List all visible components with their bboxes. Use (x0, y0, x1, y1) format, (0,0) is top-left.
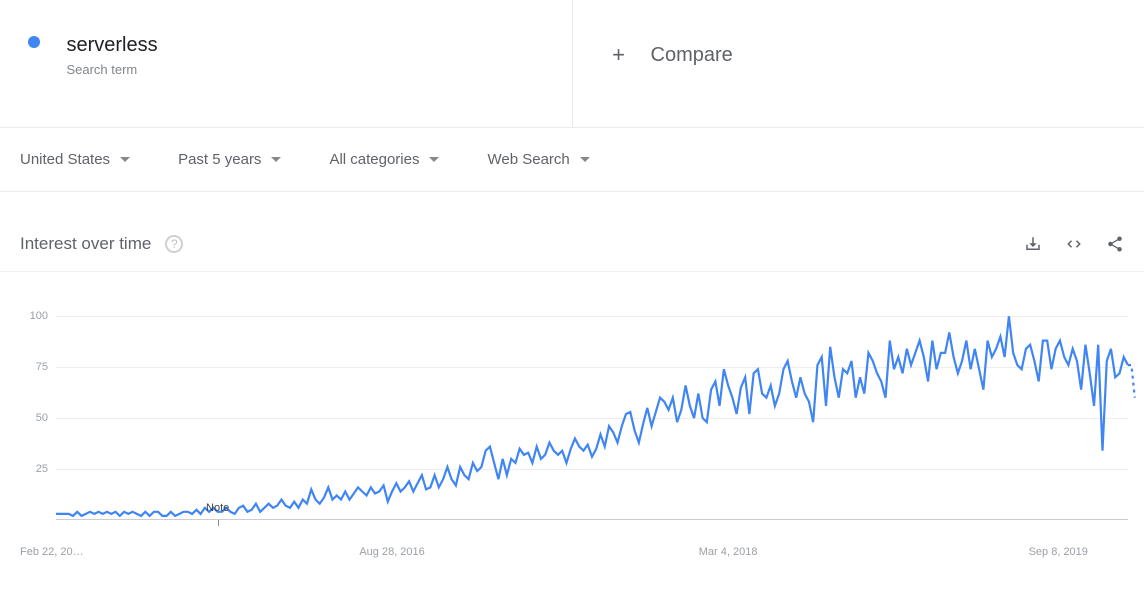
chevron-down-icon (429, 157, 439, 162)
embed-icon[interactable] (1064, 235, 1084, 253)
x-tick-label: Aug 28, 2016 (359, 546, 424, 558)
filter-region[interactable]: United States (20, 151, 130, 168)
filter-region-label: United States (20, 151, 110, 168)
compare-panel: + Compare (573, 0, 1144, 127)
plus-icon: + (609, 42, 629, 68)
y-axis: 25 50 75 100 (18, 306, 48, 520)
filter-time[interactable]: Past 5 years (178, 151, 281, 168)
search-term: serverless (66, 34, 157, 56)
share-icon[interactable] (1106, 235, 1124, 253)
header: serverless Search term + Compare (0, 0, 1144, 128)
compare-button[interactable]: + Compare (609, 42, 1144, 68)
compare-label: Compare (651, 44, 733, 67)
filter-category[interactable]: All categories (329, 151, 439, 168)
download-icon[interactable] (1024, 235, 1042, 253)
section-header: Interest over time ? (0, 216, 1144, 272)
series-line (56, 316, 1128, 516)
section-title-wrap: Interest over time ? (20, 234, 183, 254)
chart: 25 50 75 100 Note Feb 22, 20… Aug 28, 2016 Ma… (0, 272, 1144, 568)
x-tick-label: Mar 4, 2018 (699, 546, 758, 558)
search-term-subtitle: Search term (66, 62, 157, 77)
y-tick-label: 50 (36, 412, 48, 424)
chevron-down-icon (271, 157, 281, 162)
search-term-panel[interactable]: serverless Search term (0, 0, 573, 127)
chevron-down-icon (580, 157, 590, 162)
x-tick-label: Feb 22, 20… (20, 546, 84, 558)
note-annotation[interactable]: Note (206, 502, 229, 514)
filter-search-type[interactable]: Web Search (487, 151, 589, 168)
filter-bar: United States Past 5 years All categorie… (0, 128, 1144, 192)
filter-search-type-label: Web Search (487, 151, 569, 168)
chart-line-svg (56, 306, 1128, 520)
filter-time-label: Past 5 years (178, 151, 261, 168)
y-tick-label: 75 (36, 361, 48, 373)
section-title: Interest over time (20, 234, 151, 254)
chart-actions (1024, 235, 1124, 253)
chevron-down-icon (120, 157, 130, 162)
series-color-dot (28, 36, 40, 48)
series-line-projection (1128, 365, 1135, 398)
plot-area: Note (56, 306, 1128, 520)
help-icon[interactable]: ? (165, 235, 183, 253)
y-tick-label: 25 (36, 463, 48, 475)
y-tick-label: 100 (30, 310, 48, 322)
note-tick (218, 520, 219, 526)
filter-category-label: All categories (329, 151, 419, 168)
x-tick-label: Sep 8, 2019 (1029, 546, 1088, 558)
